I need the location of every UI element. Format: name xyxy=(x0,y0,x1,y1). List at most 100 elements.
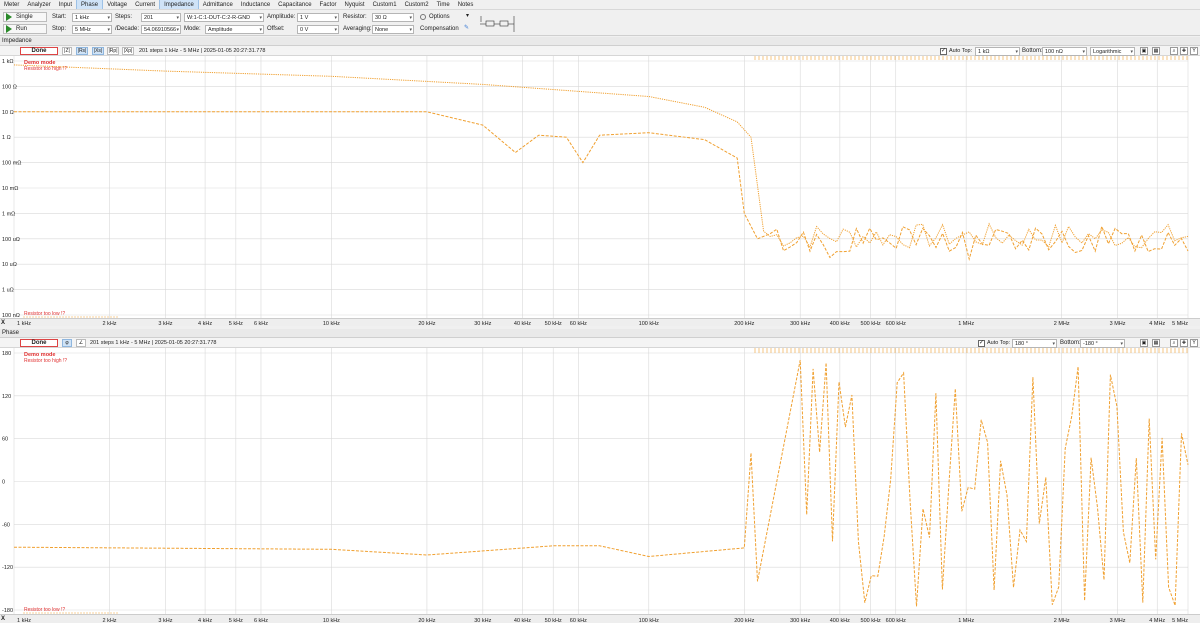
menu-time[interactable]: Time xyxy=(433,0,454,9)
menu-phase[interactable]: Phase xyxy=(76,0,104,9)
menu-current[interactable]: Current xyxy=(131,0,159,9)
menu-inductance[interactable]: Inductance xyxy=(237,0,274,9)
y-tick-label: 1 Ω xyxy=(2,135,11,141)
menu-meter[interactable]: Meter xyxy=(0,0,23,9)
phase-angle-button[interactable]: ∠ xyxy=(76,339,86,347)
y-tick-label: 100 Ω xyxy=(2,84,17,90)
y-tick-label: 1 mΩ xyxy=(2,211,15,217)
menu-bar: Meter Analyzer Input Phase Voltage Current Imp… xyxy=(0,0,1200,10)
x-tick-label: 300 kHz xyxy=(790,321,810,327)
menu-custom1[interactable]: Custom1 xyxy=(369,0,401,9)
x-tick-label: 400 kHz xyxy=(830,618,850,623)
y-tick-label: 10 uΩ xyxy=(2,262,17,268)
y-axis-icon[interactable]: Y xyxy=(1190,47,1198,55)
single-button[interactable]: Single xyxy=(3,12,47,22)
menu-capacitance[interactable]: Capacitance xyxy=(274,0,315,9)
menu-input[interactable]: Input xyxy=(55,0,76,9)
x-tick-label: 100 kHz xyxy=(639,321,659,327)
x-tick-label: 200 kHz xyxy=(734,321,754,327)
averaging-label: Averaging: xyxy=(343,26,372,32)
menu-factor[interactable]: Factor xyxy=(316,0,341,9)
x-tick-label: 200 kHz xyxy=(734,618,754,623)
menu-voltage[interactable]: Voltage xyxy=(103,0,131,9)
resistor-label: Resistor: xyxy=(343,14,367,20)
impedance-z-button[interactable]: |Z| xyxy=(62,47,72,55)
dropdown-arrow-icon[interactable]: ▾ xyxy=(466,11,469,21)
mode-label: Mode: xyxy=(184,26,201,32)
impedance-bottom-select[interactable]: 100 nΩ ▾ xyxy=(1042,47,1087,56)
impedance-scale-select[interactable]: Logarithmic ▾ xyxy=(1090,47,1135,56)
x-tick-label: 1 MHz xyxy=(958,321,974,327)
amplitude-select[interactable]: 1 V ▾ xyxy=(297,13,339,22)
amplitude-label: Amplitude: xyxy=(267,14,296,20)
impedance-xs-button[interactable]: |Xs| xyxy=(92,47,104,55)
chevron-down-icon: ▾ xyxy=(409,15,412,21)
image-icon[interactable]: ▣ xyxy=(1140,339,1148,347)
image-icon[interactable]: ▣ xyxy=(1140,47,1148,55)
menu-nyquist[interactable]: Nyquist xyxy=(341,0,369,9)
gear-icon xyxy=(420,14,426,20)
settings-icon[interactable]: ✚ xyxy=(1180,47,1188,55)
checkmark-icon: ✓ xyxy=(940,47,947,55)
impedance-auto-top-checkbox[interactable]: ✓ Auto Top: xyxy=(940,47,972,55)
y-axis-icon[interactable]: Y xyxy=(1190,339,1198,347)
menu-analyzer[interactable]: Analyzer xyxy=(23,0,54,9)
averaging-select[interactable]: None ▾ xyxy=(372,25,414,34)
grid-icon[interactable]: ▦ xyxy=(1152,47,1160,55)
start-select[interactable]: 1 kHz ▾ xyxy=(72,13,112,22)
phase-auto-top-checkbox[interactable]: ✓ Auto Top: xyxy=(978,339,1010,347)
x-tick-label: 100 kHz xyxy=(639,618,659,623)
zoom-icon[interactable]: ⌕ xyxy=(1170,339,1178,347)
impedance-panel-toolbar: Done |Z| |Rs| |Xs| |Rp| |Xp| 201 steps 1… xyxy=(0,46,1200,56)
grid-icon[interactable]: ▦ xyxy=(1152,339,1160,347)
impedance-top-select[interactable]: 1 kΩ ▾ xyxy=(975,47,1020,56)
phase-chart-area[interactable]: 180 120 60 0 -60 -120 -180 Demo mode Resistor to… xyxy=(0,348,1200,614)
resistor-select[interactable]: 30 Ω ▾ xyxy=(372,13,414,22)
phase-bottom-label: Bottom: xyxy=(1060,340,1081,346)
phase-done-button[interactable]: Done xyxy=(20,339,58,347)
decade-select[interactable]: 54.06910566 ▾ xyxy=(141,25,181,34)
run-button[interactable]: Run xyxy=(3,24,47,34)
x-tick-label: 3 kHz xyxy=(158,321,172,327)
x-tick-label: 30 kHz xyxy=(474,618,491,623)
impedance-rs-button[interactable]: |Rs| xyxy=(76,47,88,55)
settings-icon[interactable]: ✚ xyxy=(1180,339,1188,347)
phase-bottom-select[interactable]: -180 ° ▾ xyxy=(1080,339,1125,348)
impedance-panel-title: Impedance xyxy=(0,37,1200,46)
x-tick-label: 5 MHz xyxy=(1172,321,1188,327)
impedance-x-ticks: 1 kHz 2 kHz 3 kHz 4 kHz 5 kHz 6 kHz 10 kHz 20 k… xyxy=(17,321,1188,327)
menu-admittance[interactable]: Admittance xyxy=(199,0,237,9)
x-tick-label: 2 MHz xyxy=(1054,321,1070,327)
impedance-chart-area[interactable]: 1 kΩ 100 Ω 10 Ω 1 Ω 100 mΩ 10 mΩ 1 mΩ 100 uΩ 10 … xyxy=(0,56,1200,319)
x-tick-label: 50 kHz xyxy=(545,618,562,623)
options-button[interactable]: Options xyxy=(420,12,450,22)
impedance-xp-button[interactable]: |Xp| xyxy=(122,47,134,55)
x-tick-label: 30 kHz xyxy=(474,321,491,327)
zoom-icon[interactable]: ⌕ xyxy=(1170,47,1178,55)
stop-select[interactable]: 5 MHz ▾ xyxy=(72,25,112,34)
x-tick-label: 5 MHz xyxy=(1172,618,1188,623)
y-tick-label: 100 uΩ xyxy=(2,237,20,243)
phase-info: 201 steps 1 kHz - 5 MHz | 2025-01-05 20:… xyxy=(90,340,217,346)
compensation-button[interactable]: Compensation xyxy=(420,24,459,34)
impedance-done-button[interactable]: Done xyxy=(20,47,58,55)
phase-top-select[interactable]: 180 ° ▾ xyxy=(1012,339,1057,348)
menu-impedance[interactable]: Impedance xyxy=(159,0,199,9)
y-tick-label: 1 uΩ xyxy=(2,288,14,294)
mode-select[interactable]: Amplitude ▾ xyxy=(205,25,264,34)
menu-notes[interactable]: Notes xyxy=(454,0,478,9)
phase-phi-button[interactable]: φ xyxy=(62,339,72,347)
chevron-down-icon: ▾ xyxy=(334,27,337,33)
wand-icon[interactable]: ✎ xyxy=(464,23,469,33)
x-tick-label: 4 kHz xyxy=(198,618,212,623)
chevron-down-icon: ▾ xyxy=(176,27,179,33)
circuit-select[interactable]: W:1-C:1-DUT-C:2-R-GND ▾ xyxy=(184,13,264,22)
menu-custom2[interactable]: Custom2 xyxy=(401,0,433,9)
offset-select[interactable]: 0 V ▾ xyxy=(297,25,339,34)
x-tick-label: 4 MHz xyxy=(1149,321,1165,327)
stop-label: Stop: xyxy=(52,26,67,32)
x-tick-label: 500 kHz xyxy=(861,618,881,623)
steps-select[interactable]: 201 ▾ xyxy=(141,13,181,22)
impedance-rp-button[interactable]: |Rp| xyxy=(107,47,119,55)
play-icon xyxy=(6,25,12,33)
